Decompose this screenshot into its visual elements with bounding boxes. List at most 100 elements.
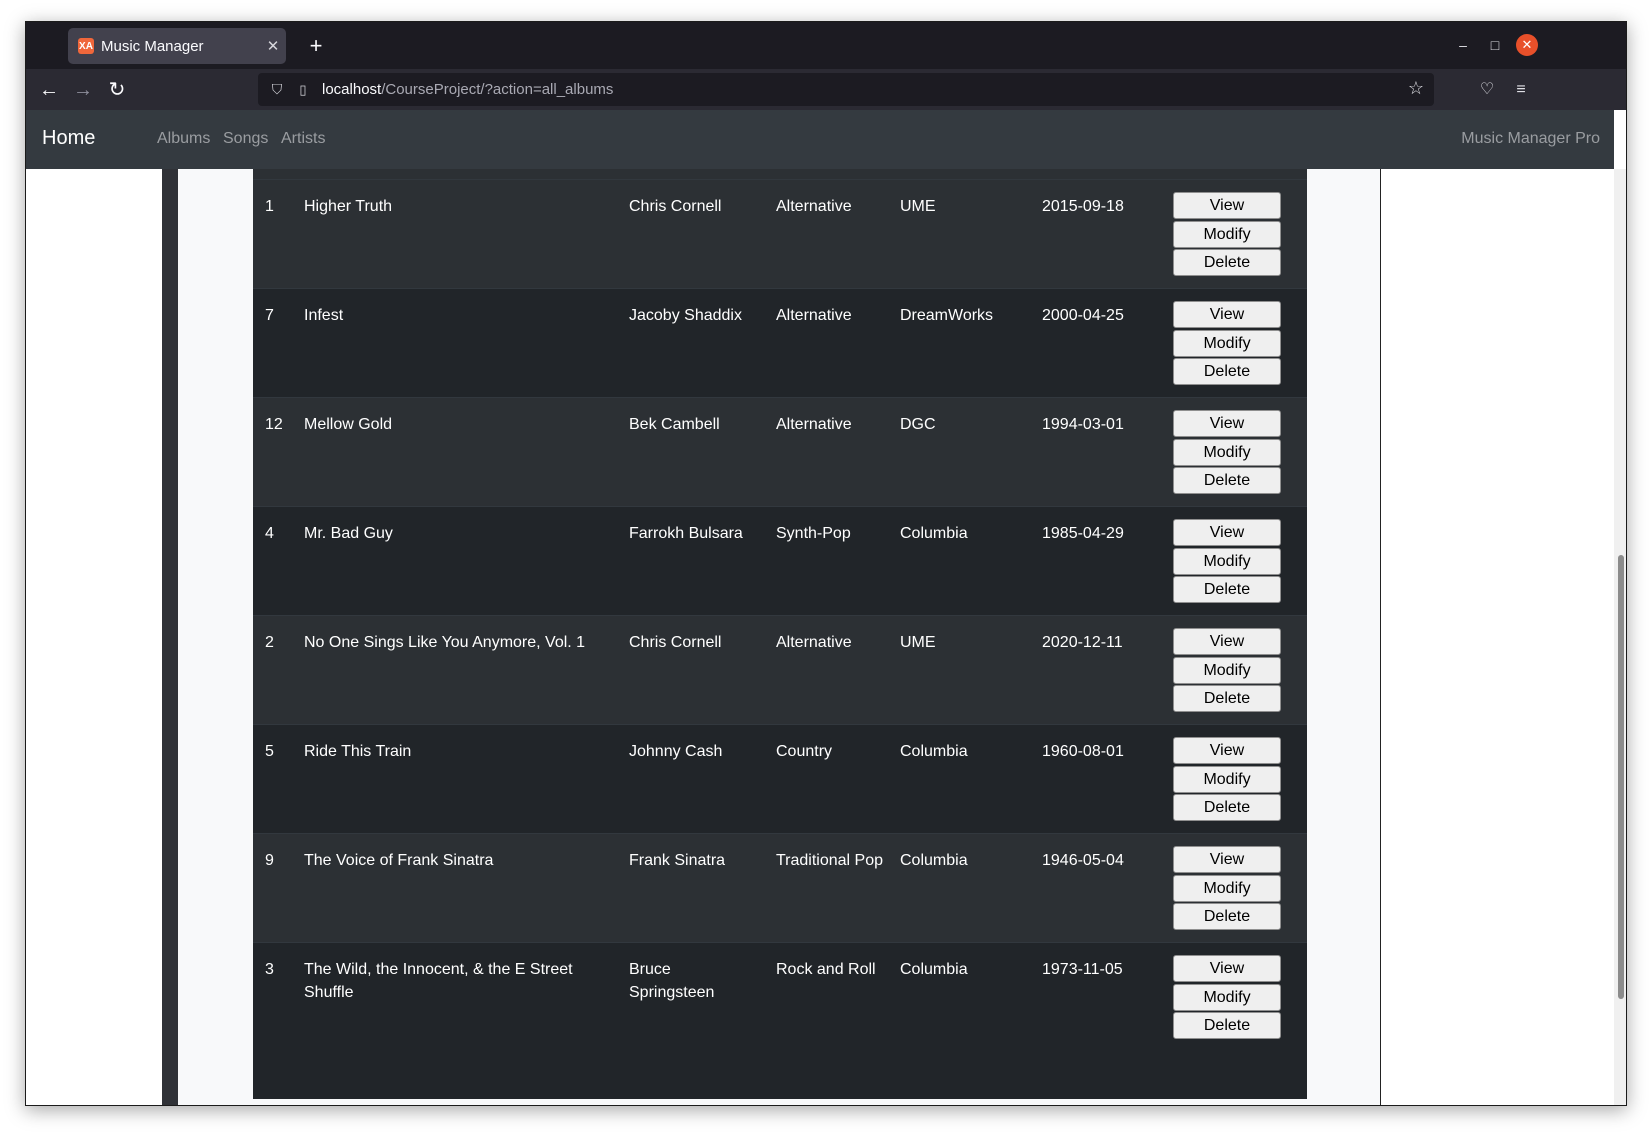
album-label-cell: Columbia	[900, 743, 968, 760]
modify-button[interactable]: Modify	[1173, 874, 1281, 902]
album-artist-cell: Farrokh Bulsara	[629, 525, 743, 542]
album-label-cell: Columbia	[900, 525, 968, 542]
modify-button[interactable]: Modify	[1173, 656, 1281, 684]
album-genre-cell: Alternative	[776, 307, 852, 324]
album-genre-cell: Alternative	[776, 198, 852, 215]
album-label-cell: UME	[900, 634, 936, 651]
album-title-cell: Mr. Bad Guy	[304, 525, 393, 542]
reload-icon[interactable]: ↻	[103, 76, 131, 104]
shield-icon[interactable]: ⛉	[268, 81, 286, 98]
nav-artists-link[interactable]: Artists	[281, 130, 325, 148]
table-row: 5 Ride This Train Johnny Cash Country Columb…	[253, 724, 1307, 833]
row-actions: View Modify Delete	[1173, 192, 1281, 278]
album-title-cell: The Voice of Frank Sinatra	[304, 852, 494, 869]
modify-button[interactable]: Modify	[1173, 329, 1281, 357]
view-button[interactable]: View	[1173, 301, 1281, 328]
album-artist-cell: Chris Cornell	[629, 634, 722, 651]
table-row: 4 Mr. Bad Guy Farrokh Bulsara Synth-Pop Colu…	[253, 506, 1307, 615]
album-genre-cell: Synth-Pop	[776, 525, 851, 542]
content-area: 1 Higher Truth Chris Cornell Alternative UME…	[178, 169, 1381, 1105]
delete-button[interactable]: Delete	[1173, 249, 1281, 276]
album-artist-cell: Bek Cambell	[629, 416, 720, 433]
album-id-cell: 1	[265, 198, 274, 215]
album-id-cell: 9	[265, 852, 274, 869]
album-title-cell: The Wild, the Innocent, & the E Street S…	[304, 961, 573, 1001]
pocket-icon[interactable]: ♡	[1474, 77, 1500, 103]
view-button[interactable]: View	[1173, 955, 1281, 982]
modify-button[interactable]: Modify	[1173, 220, 1281, 248]
url-bar[interactable]: ⛉ ▯ localhost/CourseProject/?action=all_…	[258, 73, 1434, 106]
forward-icon[interactable]: →	[69, 76, 97, 104]
albums-table: 1 Higher Truth Chris Cornell Alternative UME…	[253, 169, 1307, 1099]
maximize-icon[interactable]: □	[1482, 32, 1508, 58]
view-button[interactable]: View	[1173, 519, 1281, 546]
nav-albums-link[interactable]: Albums	[157, 130, 210, 148]
album-title-cell: Mellow Gold	[304, 416, 393, 433]
view-button[interactable]: View	[1173, 737, 1281, 764]
page-icon[interactable]: ▯	[294, 82, 312, 98]
album-genre-cell: Country	[776, 743, 833, 760]
delete-button[interactable]: Delete	[1173, 685, 1281, 712]
page-scrollbar[interactable]	[1614, 169, 1626, 1105]
browser-tab[interactable]: XA Music Manager ✕	[68, 28, 286, 64]
album-label-cell: DGC	[900, 416, 936, 433]
album-date-cell: 1994-03-01	[1042, 416, 1124, 433]
album-id-cell: 4	[265, 525, 274, 542]
album-id-cell: 7	[265, 307, 274, 324]
album-title-cell: Infest	[304, 307, 344, 324]
home-link[interactable]: Home	[42, 127, 95, 150]
site-navbar: Home Albums Songs Artists Music Manager …	[26, 110, 1614, 169]
modify-button[interactable]: Modify	[1173, 765, 1281, 793]
delete-button[interactable]: Delete	[1173, 794, 1281, 821]
table-header-edge	[253, 169, 1307, 179]
tab-title: Music Manager	[101, 37, 204, 55]
delete-button[interactable]: Delete	[1173, 467, 1281, 494]
delete-button[interactable]: Delete	[1173, 1012, 1281, 1039]
album-id-cell: 5	[265, 743, 274, 760]
album-title-cell: Higher Truth	[304, 198, 393, 215]
album-label-cell: UME	[900, 198, 936, 215]
url-text[interactable]: localhost/CourseProject/?action=all_albu…	[322, 81, 613, 98]
delete-button[interactable]: Delete	[1173, 358, 1281, 385]
album-id-cell: 12	[265, 416, 283, 433]
view-button[interactable]: View	[1173, 410, 1281, 437]
modify-button[interactable]: Modify	[1173, 547, 1281, 575]
album-label-cell: Columbia	[900, 852, 968, 869]
url-path: /CourseProject/?action=all_albums	[381, 81, 614, 98]
row-actions: View Modify Delete	[1173, 955, 1281, 1041]
view-button[interactable]: View	[1173, 192, 1281, 219]
row-actions: View Modify Delete	[1173, 410, 1281, 496]
tab-strip: XA Music Manager ✕ + – □ ✕	[26, 22, 1626, 69]
album-artist-cell: Johnny Cash	[629, 743, 723, 760]
tab-close-icon[interactable]: ✕	[260, 37, 286, 55]
table-row: 1 Higher Truth Chris Cornell Alternative UME…	[253, 179, 1307, 288]
nav-songs-link[interactable]: Songs	[223, 130, 268, 148]
favicon-icon: XA	[78, 38, 94, 54]
album-date-cell: 2020-12-11	[1042, 634, 1123, 651]
close-window-icon[interactable]: ✕	[1516, 34, 1538, 56]
album-label-cell: DreamWorks	[900, 307, 994, 324]
view-button[interactable]: View	[1173, 628, 1281, 655]
delete-button[interactable]: Delete	[1173, 576, 1281, 603]
scrollbar-thumb[interactable]	[1618, 555, 1624, 999]
album-date-cell: 1985-04-29	[1042, 525, 1124, 542]
site-title-right: Music Manager Pro	[1461, 130, 1600, 147]
new-tab-icon[interactable]: +	[302, 32, 330, 60]
table-row: 3 The Wild, the Innocent, & the E Street …	[253, 942, 1307, 1051]
delete-button[interactable]: Delete	[1173, 903, 1281, 930]
row-actions: View Modify Delete	[1173, 301, 1281, 387]
bookmark-star-icon[interactable]: ☆	[1408, 78, 1424, 99]
modify-button[interactable]: Modify	[1173, 983, 1281, 1011]
table-row: 9 The Voice of Frank Sinatra Frank Sinatra…	[253, 833, 1307, 942]
album-title-cell: Ride This Train	[304, 743, 412, 760]
view-button[interactable]: View	[1173, 846, 1281, 873]
modify-button[interactable]: Modify	[1173, 438, 1281, 466]
album-date-cell: 1973-11-05	[1042, 961, 1123, 978]
minimize-icon[interactable]: –	[1450, 32, 1476, 58]
album-id-cell: 3	[265, 961, 274, 978]
table-row: 2 No One Sings Like You Anymore, Vol. 1 Ch…	[253, 615, 1307, 724]
back-icon[interactable]: ←	[35, 76, 63, 104]
menu-icon[interactable]: ≡	[1508, 77, 1534, 103]
album-genre-cell: Alternative	[776, 634, 852, 651]
row-actions: View Modify Delete	[1173, 737, 1281, 823]
